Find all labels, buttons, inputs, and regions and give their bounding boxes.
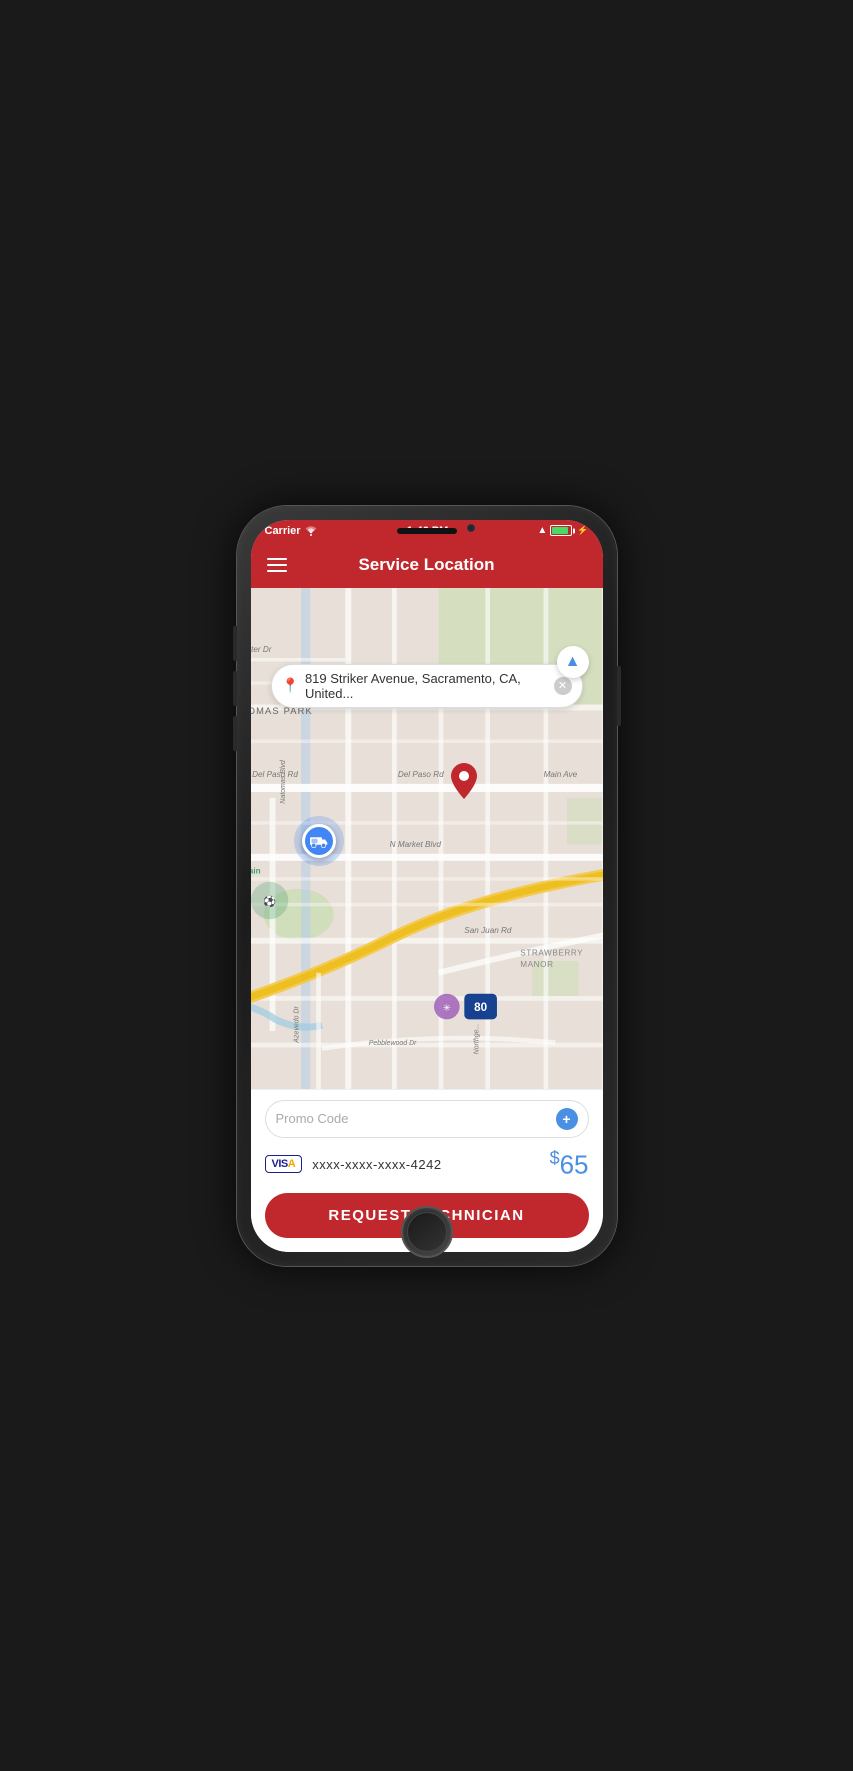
- pin-svg: [451, 763, 477, 799]
- address-search-bar[interactable]: 📍 819 Striker Avenue, Sacramento, CA, Un…: [271, 664, 583, 708]
- location-icon: ▲: [537, 525, 547, 536]
- promo-code-row[interactable]: Promo Code +: [265, 1100, 589, 1138]
- svg-text:Azevedo Dr: Azevedo Dr: [293, 1005, 300, 1043]
- truck-circle: [302, 824, 336, 858]
- svg-text:⚽: ⚽: [262, 895, 276, 908]
- menu-line-2: [267, 564, 287, 566]
- battery-indicator: [550, 525, 572, 536]
- charging-icon: ⚡: [577, 525, 588, 536]
- page-title: Service Location: [287, 555, 567, 575]
- svg-text:Natomas Blvd: Natomas Blvd: [279, 759, 286, 804]
- front-camera: [467, 524, 475, 532]
- price-currency: $: [550, 1148, 560, 1168]
- svg-text:Del Paso Rd: Del Paso Rd: [252, 769, 298, 778]
- battery-fill: [552, 527, 567, 534]
- svg-text:80: 80: [474, 1001, 487, 1014]
- visa-text: VIS: [272, 1158, 288, 1170]
- carrier-info: Carrier: [265, 525, 318, 537]
- svg-text:Del Paso Rd: Del Paso Rd: [397, 769, 443, 778]
- menu-button[interactable]: [267, 558, 287, 572]
- carrier-label: Carrier: [265, 525, 301, 537]
- svg-text:MANOR: MANOR: [520, 959, 553, 968]
- map-background: 80 ✳ Club Center Dr NATOMAS PARK VALLEY …: [251, 588, 603, 1089]
- navigation-button[interactable]: ▲: [557, 646, 589, 678]
- navigation-arrow-icon: ▲: [565, 653, 581, 671]
- svg-text:Main Ave: Main Ave: [543, 769, 577, 778]
- svg-text:Sleep Train: Sleep Train: [251, 866, 261, 875]
- price-display: $65: [550, 1148, 589, 1181]
- promo-add-button[interactable]: +: [556, 1108, 578, 1130]
- svg-text:Northge...: Northge...: [473, 1023, 480, 1054]
- home-button-inner: [407, 1212, 447, 1252]
- status-indicators: ▲ ⚡: [537, 525, 588, 536]
- location-pin-icon: 📍: [282, 677, 299, 694]
- app-screen: Carrier 1:46 PM ▲ ⚡: [251, 520, 603, 1252]
- svg-text:Club Center Dr: Club Center Dr: [251, 645, 272, 654]
- svg-text:✳: ✳: [442, 1003, 450, 1013]
- price-amount: 65: [560, 1150, 589, 1180]
- wifi-icon: [304, 526, 318, 536]
- card-number: xxxx-xxxx-xxxx-4242: [312, 1157, 549, 1172]
- destination-pin: [451, 763, 477, 804]
- promo-placeholder[interactable]: Promo Code: [276, 1111, 556, 1126]
- clear-address-button[interactable]: ✕: [554, 677, 572, 695]
- payment-row: VISA xxxx-xxxx-xxxx-4242 $65: [265, 1148, 589, 1181]
- phone-screen: Carrier 1:46 PM ▲ ⚡: [251, 520, 603, 1252]
- svg-text:N Market Blvd: N Market Blvd: [389, 839, 441, 848]
- map-container[interactable]: 📍 819 Striker Avenue, Sacramento, CA, Un…: [251, 588, 603, 1089]
- speaker: [397, 528, 457, 534]
- app-header: Service Location: [251, 542, 603, 588]
- menu-line-1: [267, 558, 287, 560]
- svg-text:San Juan Rd: San Juan Rd: [464, 926, 512, 935]
- visa-badge: VISA: [265, 1155, 303, 1173]
- truck-icon: [310, 834, 328, 848]
- home-button[interactable]: [401, 1206, 453, 1258]
- address-text[interactable]: 819 Striker Avenue, Sacramento, CA, Unit…: [305, 671, 554, 701]
- visa-text-a: A: [288, 1158, 295, 1170]
- phone-frame: Carrier 1:46 PM ▲ ⚡: [237, 506, 617, 1266]
- svg-text:Pebblewood Dr: Pebblewood Dr: [368, 1040, 416, 1047]
- plus-icon: +: [562, 1112, 570, 1126]
- svg-text:STRAWBERRY: STRAWBERRY: [520, 948, 583, 957]
- menu-line-3: [267, 570, 287, 572]
